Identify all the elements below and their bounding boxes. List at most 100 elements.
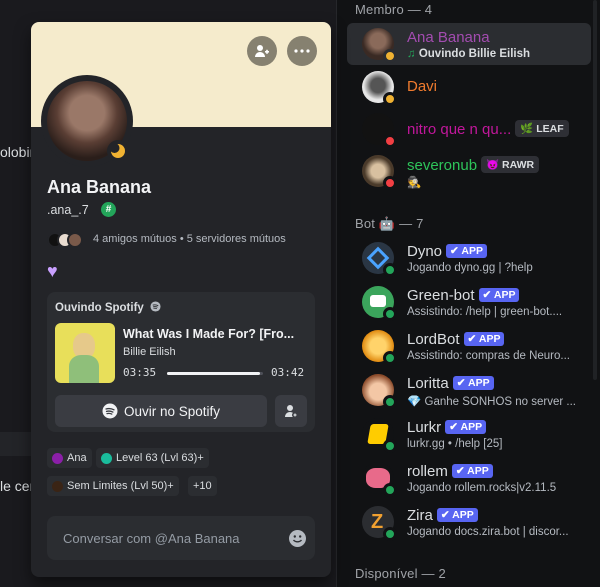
role-label: Level 63 (Lvl 63)+: [116, 452, 204, 464]
spotify-icon: [150, 301, 161, 312]
member-name-text: Zira: [407, 507, 433, 524]
song-artist[interactable]: Billie Eilish: [123, 346, 176, 358]
member-activity: ♫ Ouvindo Billie Eilish: [407, 48, 530, 60]
member-name: LordBot ✔ APP: [407, 331, 505, 348]
leaf-tag-badge: 🌿 LEAF: [515, 120, 569, 137]
avatar: [67, 232, 83, 248]
member-item-davi[interactable]: Davi: [347, 66, 591, 108]
role-color-dot: [101, 452, 112, 464]
member-name-text: Dyno: [407, 243, 443, 260]
app-badge: ✔ APP: [452, 376, 494, 390]
status-dnd-icon: [383, 176, 397, 190]
role-color-dot: [52, 452, 63, 464]
status-online-icon: [383, 483, 397, 497]
member-item-lordbot[interactable]: LordBot ✔ APP Assistindo: compras de Neur…: [347, 325, 591, 367]
more-roles-button[interactable]: +10: [188, 476, 217, 496]
status-online-icon: [383, 439, 397, 453]
member-item-ana-banana[interactable]: Ana Banana ♫ Ouvindo Billie Eilish: [347, 23, 591, 65]
status-online-icon: [383, 527, 397, 541]
member-activity: Jogando rollem.rocks|v2.11.5: [407, 482, 557, 494]
user-profile-popout: Ana Banana .ana_.7 # 4 amigos mútuos • 5…: [31, 22, 331, 577]
status-online-icon: [383, 351, 397, 365]
member-activity: 💎 Ganhe SONHOS no server ...: [407, 396, 576, 408]
member-name-text: LordBot: [407, 331, 460, 348]
spotify-activity-card: Ouvindo Spotify What Was I Made For? [Fr…: [47, 292, 315, 432]
app-badge: ✔ APP: [451, 464, 493, 478]
member-activity: lurkr.gg • /help [25]: [407, 438, 503, 450]
member-item-nitro[interactable]: nitro que n qu... 🌿 LEAF: [347, 108, 591, 150]
listen-button-label: Ouvir no Spotify: [123, 403, 221, 419]
member-item-dyno[interactable]: Dyno ✔ APP Jogando dyno.gg | ?help: [347, 237, 591, 279]
album-cover[interactable]: [55, 323, 115, 383]
member-name: Davi: [407, 78, 438, 95]
heart-icon: ♥: [47, 261, 58, 281]
member-activity: Jogando dyno.gg | ?help: [407, 262, 533, 274]
role-label: Ana: [67, 452, 87, 464]
role-color-dot: [52, 480, 63, 492]
username[interactable]: .ana_.7: [47, 203, 89, 217]
member-name: Green-bot ✔ APP: [407, 287, 520, 304]
member-item-lurkr[interactable]: Lurkr ✔ APP lurkr.gg • /help [25]: [347, 413, 591, 455]
song-progress-fill: [167, 372, 261, 375]
app-badge: ✔ APP: [463, 332, 505, 346]
listen-on-spotify-button[interactable]: Ouvir no Spotify: [55, 395, 267, 427]
more-options-button[interactable]: [287, 36, 317, 66]
more-icon: [294, 49, 310, 53]
listen-along-button[interactable]: [275, 395, 307, 427]
add-friend-icon: [255, 45, 269, 57]
member-name: Lurkr ✔ APP: [407, 419, 487, 436]
role-label: Sem Limites (Lvl 50)+: [67, 480, 174, 492]
app-badge: ✔ APP: [445, 420, 487, 434]
hash-badge[interactable]: #: [101, 202, 116, 217]
song-title[interactable]: What Was I Made For? [Fro...: [123, 327, 309, 341]
role-pill[interactable]: Level 63 (Lvl 63)+: [96, 448, 209, 468]
status-online-icon: [383, 307, 397, 321]
add-friend-button[interactable]: [247, 36, 277, 66]
message-input[interactable]: Conversar com @Ana Banana: [47, 516, 315, 560]
member-item-loritta[interactable]: Loritta ✔ APP 💎 Ganhe SONHOS no server ..…: [347, 369, 591, 411]
emoji-icon[interactable]: [289, 530, 306, 547]
role-label: +10: [193, 480, 212, 492]
member-name-text: rollem: [407, 463, 448, 480]
role-pill[interactable]: Ana: [47, 448, 92, 468]
member-name-text: Lurkr: [407, 419, 442, 436]
member-item-green-bot[interactable]: Green-bot ✔ APP Assistindo: /help | green…: [347, 281, 591, 323]
mutual-friends-avatars[interactable]: [47, 232, 91, 248]
members-section-header: Membro — 4: [355, 2, 433, 17]
member-item-severonub[interactable]: severonub 😈 RAWR 🕵️: [347, 150, 591, 192]
member-name: Dyno ✔ APP: [407, 243, 487, 260]
member-item-zira[interactable]: Z Zira ✔ APP Jogando docs.zira.bot | disc…: [347, 501, 591, 543]
available-section-header: Disponível — 2: [355, 566, 446, 581]
member-list-scrollbar[interactable]: [593, 0, 597, 380]
status-idle-icon: [383, 49, 397, 63]
member-name: Zira ✔ APP: [407, 507, 478, 524]
time-total: 03:42: [271, 366, 305, 379]
rawr-tag-badge: 😈 RAWR: [481, 156, 540, 173]
member-name: Ana Banana: [407, 29, 490, 46]
activity-header: Ouvindo Spotify: [55, 301, 161, 314]
member-name-text: severonub: [407, 157, 478, 174]
app-badge: ✔ APP: [436, 508, 478, 522]
status-idle-icon: [107, 140, 129, 162]
member-activity-text: Ouvindo Billie Eilish: [418, 48, 531, 60]
role-pill[interactable]: Sem Limites (Lvl 50)+: [47, 476, 179, 496]
member-item-rollem[interactable]: rollem ✔ APP Jogando rollem.rocks|v2.11.5: [347, 457, 591, 499]
member-name: rollem ✔ APP: [407, 463, 493, 480]
activity-header-text: Ouvindo Spotify: [55, 302, 144, 314]
member-name-text: Loritta: [407, 375, 449, 392]
member-name: severonub 😈 RAWR: [407, 156, 540, 174]
status-online-icon: [383, 395, 397, 409]
member-custom-status: 🕵️: [407, 177, 422, 189]
spotify-icon: [102, 403, 118, 419]
app-badge: ✔ APP: [478, 288, 520, 302]
member-activity: Assistindo: /help | green-bot....: [407, 306, 563, 318]
time-elapsed: 03:35: [123, 366, 157, 379]
display-name: Ana Banana: [47, 177, 152, 197]
member-name: nitro que n qu... 🌿 LEAF: [407, 120, 569, 138]
status-dnd-icon: [383, 134, 397, 148]
status-idle-icon: [383, 92, 397, 106]
message-placeholder: Conversar com @Ana Banana: [63, 531, 240, 546]
music-note-icon: ♫: [407, 48, 416, 60]
mutual-info[interactable]: 4 amigos mútuos • 5 servidores mútuos: [93, 233, 286, 245]
app-badge: ✔ APP: [446, 244, 487, 258]
